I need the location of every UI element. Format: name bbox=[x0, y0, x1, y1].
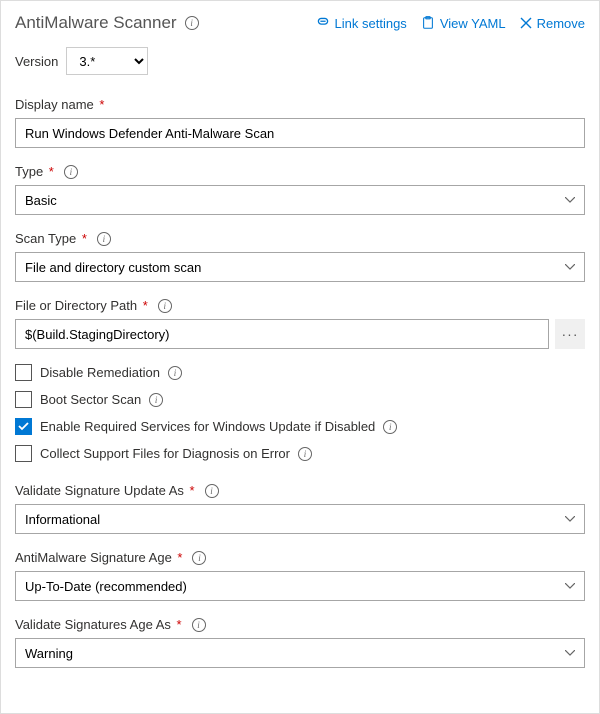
scan-type-label: Scan Type bbox=[15, 231, 76, 246]
checkbox-icon bbox=[15, 391, 32, 408]
header-actions: Link settings View YAML Remove bbox=[316, 16, 585, 31]
info-icon[interactable]: i bbox=[158, 299, 172, 313]
remove-button[interactable]: Remove bbox=[520, 16, 585, 31]
title-group: AntiMalware Scanner i bbox=[15, 13, 199, 33]
sig-age-select[interactable]: Up-To-Date (recommended) bbox=[15, 571, 585, 601]
path-label: File or Directory Path bbox=[15, 298, 137, 313]
checkbox-enable-services[interactable]: Enable Required Services for Windows Upd… bbox=[15, 413, 585, 440]
browse-button[interactable]: ··· bbox=[555, 319, 585, 349]
display-name-label: Display name bbox=[15, 97, 94, 112]
type-select[interactable]: Basic bbox=[15, 185, 585, 215]
info-icon[interactable]: i bbox=[97, 232, 111, 246]
page-title: AntiMalware Scanner bbox=[15, 13, 177, 33]
remove-label: Remove bbox=[537, 16, 585, 31]
version-row: Version 3.* bbox=[15, 47, 585, 75]
info-icon[interactable]: i bbox=[298, 447, 312, 461]
checkbox-group: Disable Remediation i Boot Sector Scan i… bbox=[15, 359, 585, 467]
display-name-input[interactable] bbox=[15, 118, 585, 148]
link-icon bbox=[316, 16, 330, 30]
field-validate-sig-age: Validate Signatures Age As * i Warning bbox=[15, 617, 585, 668]
view-yaml-label: View YAML bbox=[440, 16, 506, 31]
task-panel: AntiMalware Scanner i Link settings View… bbox=[0, 0, 600, 714]
checkbox-disable-remediation[interactable]: Disable Remediation i bbox=[15, 359, 585, 386]
info-icon[interactable]: i bbox=[192, 618, 206, 632]
info-icon[interactable]: i bbox=[149, 393, 163, 407]
checkbox-label: Collect Support Files for Diagnosis on E… bbox=[40, 446, 290, 461]
field-display-name: Display name * bbox=[15, 97, 585, 148]
required-marker: * bbox=[78, 231, 87, 246]
validate-sig-update-select[interactable]: Informational bbox=[15, 504, 585, 534]
scan-type-select[interactable]: File and directory custom scan bbox=[15, 252, 585, 282]
field-type: Type * i Basic bbox=[15, 164, 585, 215]
sig-age-label: AntiMalware Signature Age bbox=[15, 550, 172, 565]
required-marker: * bbox=[96, 97, 105, 112]
version-select[interactable]: 3.* bbox=[66, 47, 148, 75]
required-marker: * bbox=[45, 164, 54, 179]
version-label: Version bbox=[15, 54, 58, 69]
info-icon[interactable]: i bbox=[383, 420, 397, 434]
checkbox-boot-sector[interactable]: Boot Sector Scan i bbox=[15, 386, 585, 413]
field-sig-age: AntiMalware Signature Age * i Up-To-Date… bbox=[15, 550, 585, 601]
field-validate-sig-update: Validate Signature Update As * i Informa… bbox=[15, 483, 585, 534]
close-icon bbox=[520, 17, 532, 29]
link-settings-button[interactable]: Link settings bbox=[316, 16, 407, 31]
required-marker: * bbox=[139, 298, 148, 313]
validate-sig-update-label: Validate Signature Update As bbox=[15, 483, 184, 498]
header: AntiMalware Scanner i Link settings View… bbox=[15, 13, 585, 33]
field-path: File or Directory Path * i ··· bbox=[15, 298, 585, 349]
checkbox-icon bbox=[15, 445, 32, 462]
checkbox-icon bbox=[15, 418, 32, 435]
path-input[interactable] bbox=[15, 319, 549, 349]
clipboard-icon bbox=[421, 16, 435, 30]
view-yaml-button[interactable]: View YAML bbox=[421, 16, 506, 31]
checkbox-label: Boot Sector Scan bbox=[40, 392, 141, 407]
checkbox-label: Disable Remediation bbox=[40, 365, 160, 380]
info-icon[interactable]: i bbox=[192, 551, 206, 565]
info-icon[interactable]: i bbox=[168, 366, 182, 380]
type-label: Type bbox=[15, 164, 43, 179]
checkbox-collect-files[interactable]: Collect Support Files for Diagnosis on E… bbox=[15, 440, 585, 467]
validate-sig-age-label: Validate Signatures Age As bbox=[15, 617, 171, 632]
link-settings-label: Link settings bbox=[335, 16, 407, 31]
info-icon[interactable]: i bbox=[185, 16, 199, 30]
required-marker: * bbox=[186, 483, 195, 498]
validate-sig-age-select[interactable]: Warning bbox=[15, 638, 585, 668]
required-marker: * bbox=[173, 617, 182, 632]
info-icon[interactable]: i bbox=[205, 484, 219, 498]
required-marker: * bbox=[174, 550, 183, 565]
field-scan-type: Scan Type * i File and directory custom … bbox=[15, 231, 585, 282]
checkbox-icon bbox=[15, 364, 32, 381]
checkbox-label: Enable Required Services for Windows Upd… bbox=[40, 419, 375, 434]
info-icon[interactable]: i bbox=[64, 165, 78, 179]
